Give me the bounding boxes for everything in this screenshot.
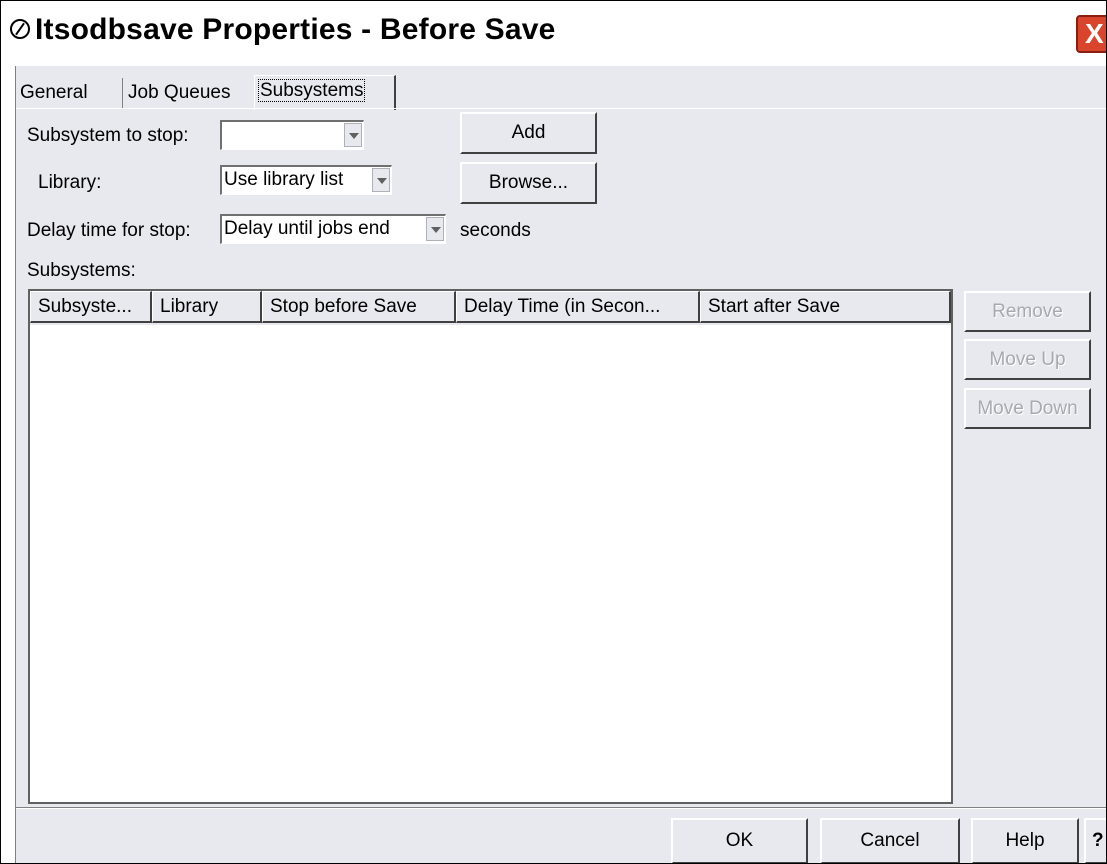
column-header-subsystem[interactable]: Subsyste... — [30, 291, 152, 323]
delay-unit-label: seconds — [460, 220, 531, 241]
close-button[interactable]: X — [1076, 15, 1106, 53]
properties-window: Itsodbsave Properties - Before Save X Ge… — [1, 1, 1106, 863]
add-button[interactable]: Add — [460, 112, 597, 154]
subsystems-list-label: Subsystems: — [27, 260, 136, 281]
chevron-down-icon[interactable] — [426, 217, 444, 241]
tab-divider — [16, 108, 1106, 109]
move-up-button[interactable]: Move Up — [964, 339, 1091, 380]
move-down-button[interactable]: Move Down — [964, 388, 1091, 429]
delay-time-value: Delay until jobs end — [224, 218, 390, 239]
footer-divider-highlight — [16, 808, 1106, 809]
tab-general[interactable]: General — [18, 78, 123, 108]
app-icon — [10, 19, 30, 39]
column-header-stop-before-save[interactable]: Stop before Save — [262, 291, 456, 323]
delay-time-label: Delay time for stop: — [27, 220, 191, 241]
dialog-client-area: General Job Queues Subsystems Subsystem … — [15, 66, 1106, 863]
column-header-library[interactable]: Library — [152, 291, 262, 323]
chevron-down-icon[interactable] — [372, 168, 390, 192]
help-button[interactable]: Help — [971, 818, 1079, 863]
cancel-button[interactable]: Cancel — [820, 818, 960, 863]
delay-time-combo[interactable]: Delay until jobs end — [220, 214, 446, 244]
library-combo[interactable]: Use library list — [220, 165, 392, 195]
chevron-down-icon[interactable] — [344, 123, 362, 147]
tab-subsystems[interactable]: Subsystems — [254, 75, 396, 110]
ok-button[interactable]: OK — [671, 818, 808, 863]
subsystem-to-stop-combo[interactable] — [220, 120, 364, 150]
library-label: Library: — [38, 172, 102, 193]
subsystems-table[interactable]: Subsyste... Library Stop before Save Del… — [28, 289, 953, 804]
close-icon: X — [1085, 18, 1104, 49]
remove-button[interactable]: Remove — [964, 291, 1091, 332]
library-value: Use library list — [224, 169, 344, 190]
subsystem-to-stop-label: Subsystem to stop: — [27, 125, 189, 146]
browse-button[interactable]: Browse... — [460, 162, 597, 204]
tab-job-queues[interactable]: Job Queues — [123, 78, 256, 108]
title-bar: Itsodbsave Properties - Before Save X — [1, 1, 1106, 65]
column-header-delay-time[interactable]: Delay Time (in Secon... — [456, 291, 700, 323]
column-header-start-after-save[interactable]: Start after Save — [700, 291, 951, 323]
window-title: Itsodbsave Properties - Before Save — [35, 13, 556, 46]
table-header: Subsyste... Library Stop before Save Del… — [30, 291, 951, 325]
whats-this-button[interactable]: ? — [1084, 818, 1106, 863]
